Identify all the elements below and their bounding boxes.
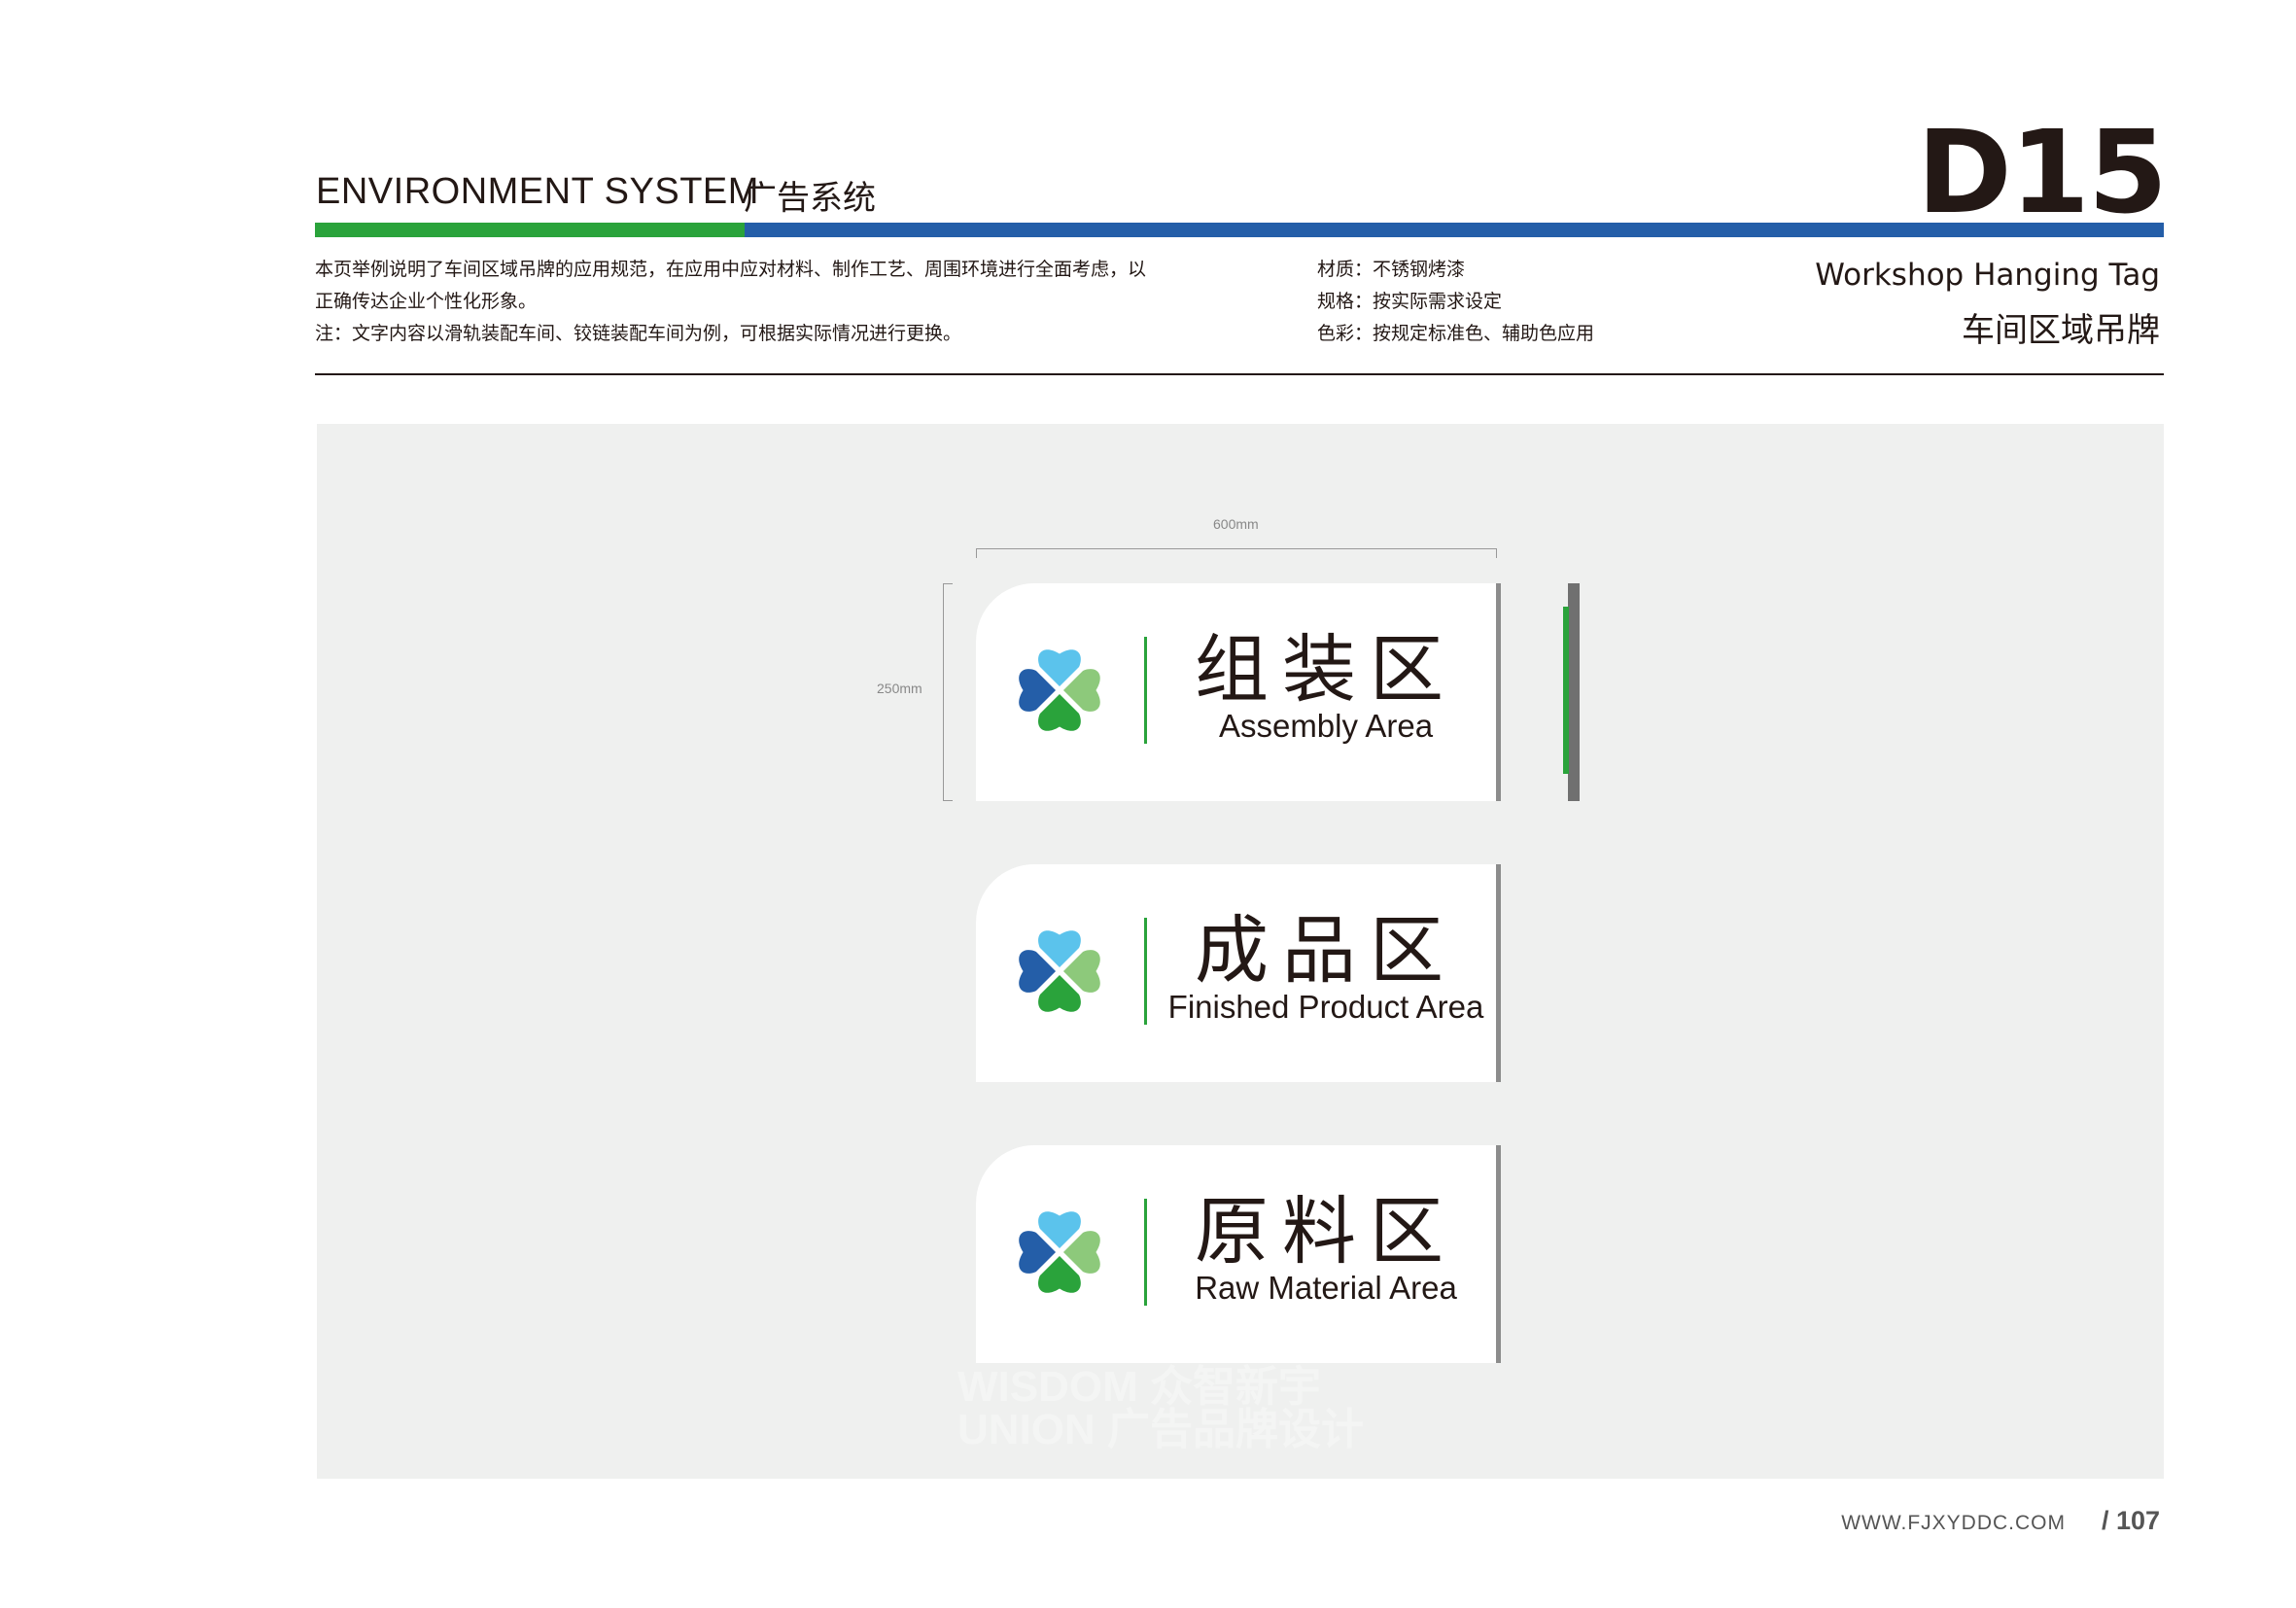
sign-title-en: Raw Material Area [1195,1270,1457,1306]
watermark: WISDOM 众智新宇 UNION 广告品牌设计 [957,1366,1364,1451]
sign-title-cn: 原料区 [1195,1191,1457,1274]
sign-title-en: Finished Product Area [1167,989,1484,1025]
hanging-sign: 原料区 Raw Material Area [976,1145,1501,1363]
sign-side-view [1568,583,1580,801]
header-bar-blue [745,223,2164,237]
sign-divider [1144,1199,1147,1306]
watermark-line: WISDOM 众智新宇 [957,1363,1321,1411]
header-system-en: ENVIRONMENT SYSTEM [316,171,759,212]
dimension-width-line [976,548,1497,558]
hanging-sign: 成品区 Finished Product Area [976,864,1501,1082]
sign-divider [1144,637,1147,744]
dimension-width-label: 600mm [1213,516,1259,532]
spec-material: 材质：不锈钢烤漆 [1317,260,1466,280]
sign-divider [1144,918,1147,1025]
footer-url: WWW.FJXYDDC.COM [1841,1512,2066,1534]
hanging-sign: 组装区 Assembly Area [976,583,1501,801]
spec-size: 规格：按实际需求设定 [1317,292,1503,312]
page-code: D15 [1916,105,2168,239]
sign-title-cn: 组装区 [1195,629,1457,712]
section-title-en: Workshop Hanging Tag [1815,258,2160,293]
four-leaf-clover-logo-icon [1019,649,1100,731]
section-title-cn: 车间区域吊牌 [1962,312,2160,349]
sign-side-accent [1563,607,1569,774]
four-leaf-clover-logo-icon [1019,1211,1100,1293]
sign-title-en: Assembly Area [1218,708,1434,744]
dimension-height-label: 250mm [877,681,922,696]
description-line: 本页举例说明了车间区域吊牌的应用规范，在应用中应对材料、制作工艺、周围环境进行全… [315,260,1147,280]
watermark-line: UNION 广告品牌设计 [957,1406,1364,1453]
description-line: 正确传达企业个性化形象。 [315,292,538,312]
sign-title-cn: 成品区 [1195,910,1457,993]
dimension-height-line [943,583,953,801]
header-bar-green [315,223,745,237]
header-system-cn: 广告系统 [744,180,876,217]
description-note: 注：文字内容以滑轨装配车间、铰链装配车间为例，可根据实际情况进行更换。 [315,324,962,344]
page-number: / 107 [2101,1506,2160,1535]
spec-color: 色彩：按规定标准色、辅助色应用 [1317,324,1595,344]
four-leaf-clover-logo-icon [1019,930,1100,1012]
header-divider [315,373,2164,375]
